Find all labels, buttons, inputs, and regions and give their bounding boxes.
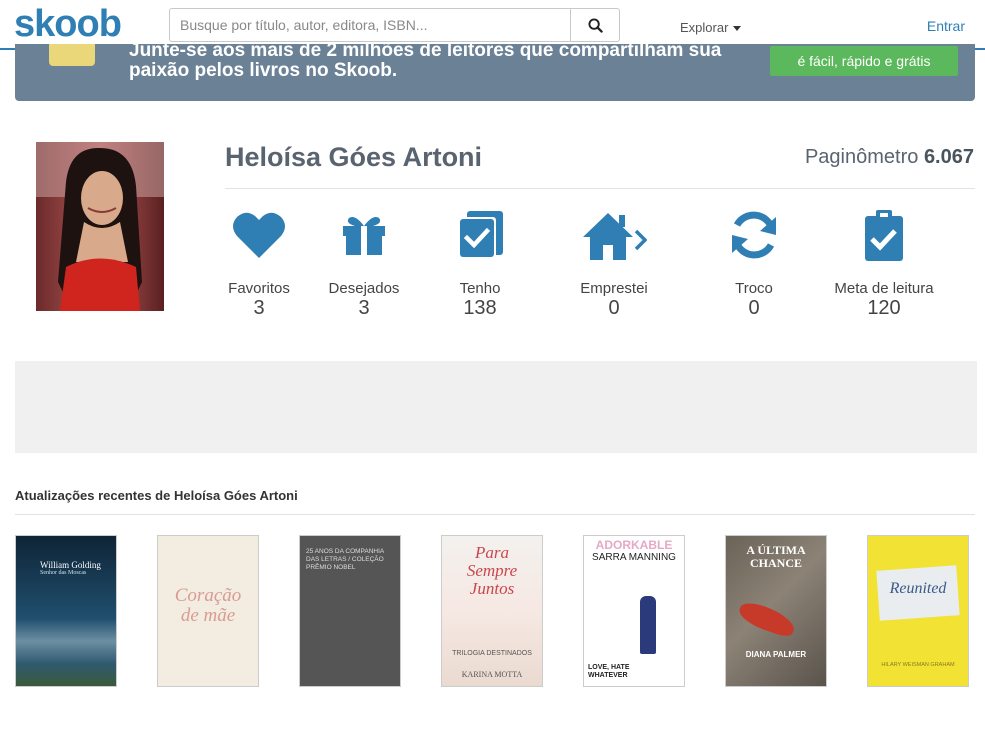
search-input[interactable] [170,9,570,41]
heart-icon [233,212,285,258]
refresh-icon [732,211,776,259]
stat-label: Desejados [328,280,400,297]
book-author: SARRA MANNING [592,552,676,563]
search-icon [587,17,603,33]
caret-down-icon [733,26,742,32]
books-check-icon [458,211,503,259]
paginometro-label: Paginômetro [804,146,919,168]
book-author: William Golding [40,560,101,570]
book-author: KARINA MOTTA [461,670,523,679]
book-title: A ÚLTIMA CHANCE [746,543,806,570]
stat-favoritos[interactable]: Favoritos 3 [217,200,301,318]
stat-count: 3 [358,297,370,319]
stat-emprestei[interactable]: Emprestei 0 [570,200,658,318]
paginometro: Paginômetro 6.067 [805,146,974,169]
banner-icon [49,44,95,66]
book-title: Senhor das Moscas [40,570,87,576]
explore-label: Explorar [680,20,729,35]
ad-placeholder [15,361,977,453]
book-tagline: LOVE, HATE WHATEVER [588,664,630,679]
book-cover-6[interactable]: A ÚLTIMA CHANCE DIANA PALMER [725,535,827,687]
book-author: HILARY WEISMAN GRAHAM [881,662,955,668]
explore-menu[interactable]: Explorar [680,20,742,35]
banner-line-1: Junte-se aos mais de 2 milhões de leitor… [129,44,722,61]
book-cover-7[interactable]: Reunited HILARY WEISMAN GRAHAM [867,535,969,687]
updates-title: Atualizações recentes de Heloísa Góes Ar… [15,488,298,503]
stat-count: 3 [253,297,265,319]
house-arrow-icon [583,213,647,260]
updates-divider [15,514,975,515]
top-header: skoob Explorar Entrar [0,0,985,50]
stat-label: Tenho [459,280,501,297]
skoob-logo[interactable]: skoob [14,4,122,44]
cover-shoe [735,598,799,640]
signup-banner: Junte-se aos mais de 2 milhões de leitor… [15,44,975,101]
stat-count: 120 [867,297,901,319]
stat-count: 0 [608,297,620,319]
stat-troco[interactable]: Troco 0 [712,200,796,318]
book-subtitle: TRILOGIA DESTINADOS [452,650,532,657]
login-link[interactable]: Entrar [927,18,965,34]
stat-count: 0 [748,297,760,319]
avatar[interactable] [36,142,164,311]
paginometro-value: 6.067 [923,146,974,168]
signup-button[interactable]: é fácil, rápido e grátis [770,46,958,76]
book-title: ADORKABLE [595,538,673,552]
stat-label: Emprestei [580,280,648,297]
avatar-photo [36,142,164,311]
book-cover-4[interactable]: Para Sempre Juntos TRILOGIA DESTINADOS K… [441,535,543,687]
stat-count: 138 [463,297,497,319]
profile-divider [225,188,975,189]
book-cover-2[interactable]: Coração de mãe [157,535,259,687]
stat-label: Meta de leitura [834,280,934,297]
book-cover-3[interactable]: 25 ANOS DA COMPANHIA DAS LETRAS / COLEÇÃ… [299,535,401,687]
banner-text: Junte-se aos mais de 2 milhões de leitor… [129,44,749,81]
book-title: Reunited [889,580,947,597]
book-author: DIANA PALMER [745,650,807,659]
search-bar [169,8,620,42]
book-title: 25 ANOS DA COMPANHIA DAS LETRAS / COLEÇÃ… [306,548,384,571]
stat-label: Troco [735,280,773,297]
user-name: Heloísa Góes Artoni [225,142,483,172]
book-cover-5[interactable]: ADORKABLE SARRA MANNING LOVE, HATE WHATE… [583,535,685,687]
banner-line-2: paixão pelos livros no Skoob. [129,60,398,81]
stat-label: Favoritos [228,280,290,297]
stat-desejados[interactable]: Desejados 3 [322,200,406,318]
search-button[interactable] [570,9,619,41]
gift-icon [343,217,385,255]
stat-tenho[interactable]: Tenho 138 [438,200,522,318]
book-title: Para Sempre Juntos [466,543,518,598]
book-title: Coração de mãe [174,585,242,626]
cover-figure [640,596,656,654]
stat-meta-de-leitura[interactable]: Meta de leitura 120 [833,200,935,318]
clipboard-check-icon [865,210,903,261]
book-cover-1[interactable]: William Golding Senhor das Moscas [15,535,117,687]
